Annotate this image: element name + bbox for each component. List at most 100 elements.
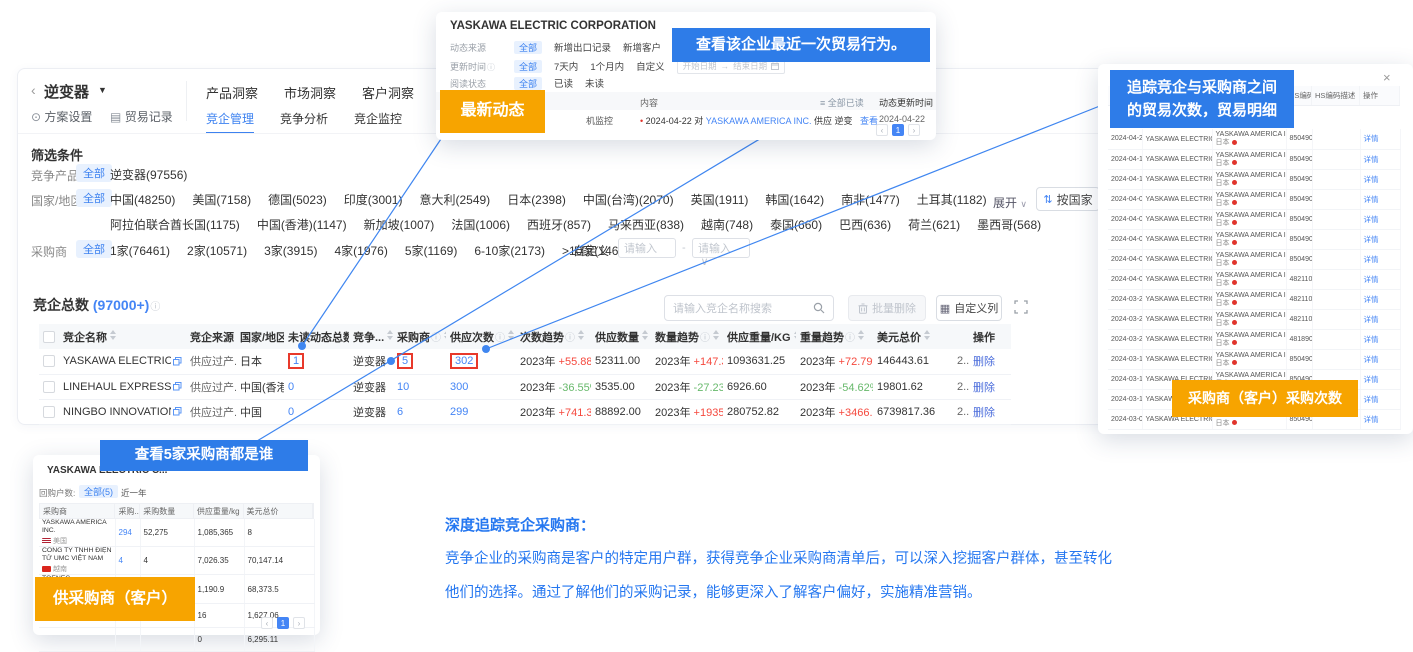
sort-icon[interactable] [642, 330, 648, 340]
plan-settings-button[interactable]: ⊙ 方案设置 [31, 108, 92, 125]
unread-count-link[interactable]: 1 [288, 353, 304, 369]
subtab[interactable]: 竞企监控 [354, 110, 402, 134]
filter-option[interactable]: 泰国(660) [770, 216, 822, 233]
filter-option[interactable]: 西班牙(857) [527, 216, 591, 233]
sort-icon[interactable] [794, 330, 796, 340]
filter-option[interactable]: 韩国(1642) [765, 191, 824, 208]
buyer-name[interactable]: YASKAWA AMERICA INC. [1216, 172, 1287, 179]
competitor-name[interactable]: LINEHAUL EXPRESS HK LTD [63, 381, 171, 393]
detail-link[interactable]: 详情 [1364, 134, 1379, 143]
competitor-name[interactable]: YASKAWA ELECTRIC CORPORATIO [63, 355, 171, 367]
detail-link[interactable]: 详情 [1364, 215, 1379, 224]
supplier-name[interactable]: YASKAWA ELECTRIC CORP... [1146, 216, 1213, 223]
subtab[interactable]: 竞争分析 [280, 110, 328, 134]
detail-link[interactable]: 详情 [1364, 235, 1379, 244]
by-country-button[interactable]: ⇅按国家 [1036, 187, 1100, 211]
row-checkbox[interactable] [43, 381, 55, 393]
supplier-name[interactable]: YASKAWA ELECTRIC CORP... [1146, 176, 1213, 183]
filter-option[interactable]: 中国(台湾)(2070) [583, 191, 674, 208]
detail-link[interactable]: 详情 [1364, 275, 1379, 284]
filter-option[interactable]: 自定义 [636, 59, 665, 73]
buyer-name[interactable]: YASKAWA AMERICA INC. [42, 519, 112, 535]
trade-records-button[interactable]: ▤ 贸易记录 [110, 108, 173, 125]
filter-product-all[interactable]: 全部 [76, 164, 112, 182]
purchase-times-link[interactable]: 4 [119, 556, 123, 565]
subtab[interactable]: 竞企管理 [206, 110, 254, 134]
sort-icon[interactable] [713, 330, 719, 340]
purchase-times-link[interactable]: 294 [119, 528, 132, 537]
detail-link[interactable]: 详情 [1364, 155, 1379, 164]
buyer-name[interactable]: YASKAWA AMERICA INC. [1216, 352, 1287, 359]
sort-icon[interactable] [578, 330, 584, 340]
sort-icon[interactable] [508, 330, 514, 340]
buyers-count-link[interactable]: 5 [397, 353, 413, 369]
filter-option[interactable]: 意大利(2549) [419, 191, 490, 208]
unread-count-link[interactable]: 0 [288, 381, 294, 393]
close-icon[interactable]: × [1383, 70, 1391, 85]
delete-link[interactable]: 删除 [973, 356, 995, 368]
filter-option[interactable]: 南非(1477) [841, 191, 900, 208]
supply-times-link[interactable]: 300 [450, 381, 468, 393]
detail-link[interactable]: 详情 [1364, 255, 1379, 264]
supplier-name[interactable]: YASKAWA ELECTRIC CORP... [1146, 356, 1213, 363]
pagination[interactable]: ‹1› [876, 124, 920, 136]
detail-link[interactable]: 详情 [1364, 375, 1379, 384]
batch-delete-button[interactable]: 批量删除 [848, 295, 926, 321]
detail-link[interactable]: 详情 [1364, 315, 1379, 324]
buyer-name[interactable]: YASKAWA AMERICA INC. [1216, 292, 1287, 299]
filter-all[interactable]: 全部 [514, 77, 542, 90]
pagination[interactable]: ‹1› [261, 617, 305, 629]
company-link[interactable]: YASKAWA AMERICA INC. [706, 116, 812, 126]
filter-option[interactable]: 法国(1006) [451, 216, 510, 233]
filter-option[interactable]: 中国(48250) [110, 191, 175, 208]
sort-icon[interactable] [387, 330, 393, 340]
filter-option[interactable]: 新增客户 [623, 40, 661, 54]
filter-option[interactable]: 1个月内 [590, 59, 624, 73]
buyer-name[interactable]: YASKAWA AMERICA INC. [1216, 192, 1287, 199]
buyers-count-link[interactable]: 10 [397, 381, 409, 393]
tab[interactable]: 产品洞察 [206, 83, 258, 111]
filter-option[interactable]: 新加坡(1007) [364, 216, 435, 233]
filter-option[interactable]: 新增出口记录 [554, 40, 611, 54]
custom-columns-button[interactable]: ▦自定义列 [936, 295, 1002, 321]
delete-link[interactable]: 删除 [973, 407, 995, 419]
buyer-name[interactable]: YASKAWA AMERICA INC. [1216, 312, 1287, 319]
buyer-name[interactable]: YASKAWA AMERICA INC. [1216, 272, 1287, 279]
filter-option[interactable]: 阿拉伯联合酋长国(1175) [110, 216, 240, 233]
buyer-name[interactable]: YASKAWA AMERICA INC. [1216, 131, 1287, 138]
competitor-name[interactable]: NINGBO INNOVATION ELECTRONI [63, 406, 171, 418]
filter-option[interactable]: 未读 [585, 76, 604, 90]
copy-icon[interactable] [173, 407, 182, 416]
sort-icon[interactable] [858, 330, 864, 340]
filter-option[interactable]: 逆变器(97556) [110, 166, 187, 183]
sort-icon[interactable] [444, 330, 446, 340]
detail-link[interactable]: 详情 [1364, 335, 1379, 344]
copy-icon[interactable] [173, 357, 182, 366]
buyers-filter-option[interactable]: 近一年 [121, 487, 147, 499]
filter-option[interactable]: 英国(1911) [691, 191, 749, 208]
filter-option[interactable]: 日本(2398) [507, 191, 566, 208]
buyer-name[interactable]: YASKAWA AMERICA INC. [1216, 212, 1287, 219]
supplier-name[interactable]: YASKAWA ELECTRIC CORP... [1146, 296, 1213, 303]
supplier-name[interactable]: YASKAWA ELECTRIC CORP... [1146, 276, 1213, 283]
filter-option[interactable]: 德国(5023) [268, 191, 327, 208]
buyer-name[interactable]: YASKAWA AMERICA INC. [1216, 252, 1287, 259]
supplier-name[interactable]: YASKAWA ELECTRIC CORP... [1146, 336, 1213, 343]
expand-toggle[interactable]: 展开 ∨ [993, 194, 1027, 211]
row-checkbox[interactable] [43, 406, 55, 418]
filter-option[interactable]: 巴西(636) [839, 216, 891, 233]
tab[interactable]: 市场洞察 [284, 83, 336, 111]
supplier-name[interactable]: YASKAWA ELECTRIC CORP... [1146, 136, 1213, 143]
detail-link[interactable]: 详情 [1364, 415, 1379, 424]
row-checkbox[interactable] [43, 355, 55, 367]
filter-option[interactable]: 土耳其(1182) [917, 191, 987, 208]
supplier-name[interactable]: YASKAWA ELECTRIC CORP... [1146, 156, 1213, 163]
filter-option[interactable]: 墨西哥(568) [977, 216, 1041, 233]
filter-option[interactable]: 印度(3001) [344, 191, 403, 208]
supplier-name[interactable]: YASKAWA ELECTRIC CORP... [1146, 256, 1213, 263]
buyers-count-link[interactable]: 6 [397, 406, 403, 418]
supply-times-link[interactable]: 299 [450, 406, 468, 418]
sort-icon[interactable] [924, 330, 930, 340]
detail-link[interactable]: 详情 [1364, 175, 1379, 184]
filter-option[interactable]: 中国(香港)(1147) [257, 216, 347, 233]
